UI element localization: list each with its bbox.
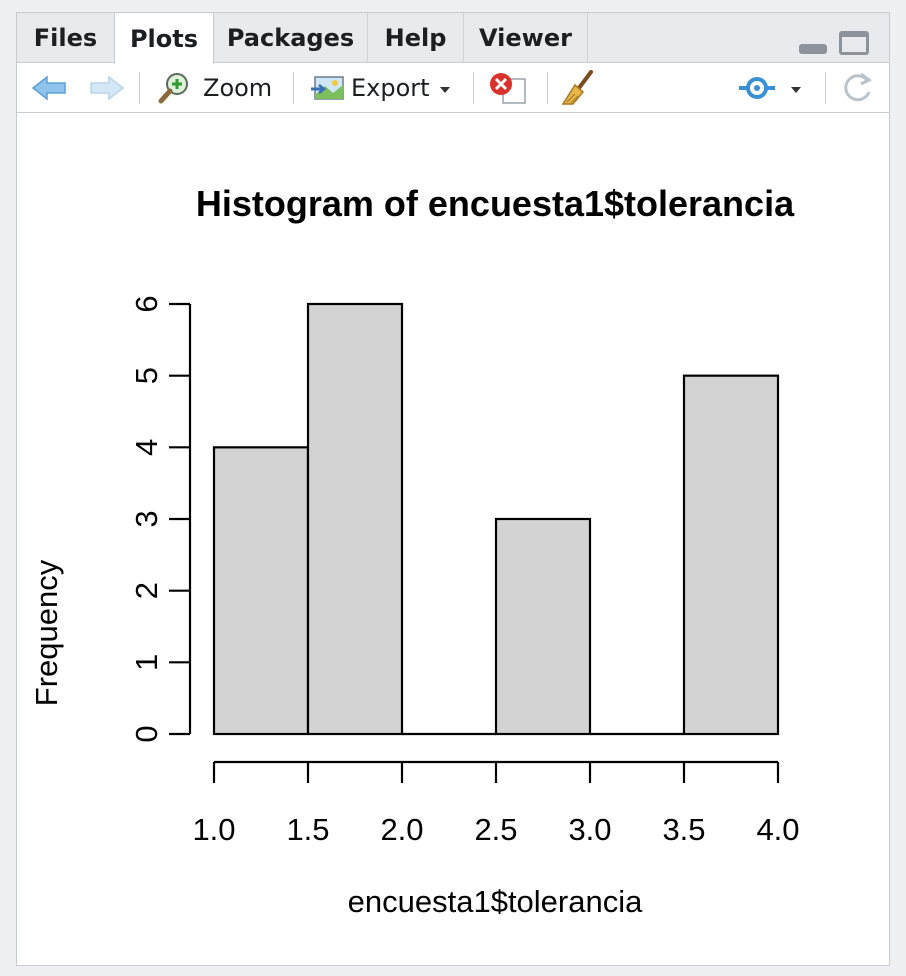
tab-plots[interactable]: Plots: [114, 13, 214, 64]
y-tick-label: 3: [129, 510, 164, 527]
x-tick-label: 2.0: [380, 812, 423, 847]
histogram-chart: Histogram of encuesta1$tolerancia 0 1 2 3 4 5…: [29, 183, 800, 919]
minimize-pane-button[interactable]: [799, 44, 827, 54]
histogram-bar: [306, 302, 404, 736]
toolbar-divider: [139, 72, 140, 104]
export-label: Export: [351, 74, 430, 102]
x-tick-label: 4.0: [756, 812, 799, 847]
histogram-bar: [494, 517, 592, 736]
y-tick-label: 2: [129, 582, 164, 599]
zoom-label: Zoom: [203, 74, 273, 102]
refresh-button[interactable]: [839, 69, 875, 107]
publish-icon: [739, 77, 775, 99]
zoom-button[interactable]: Zoom: [157, 69, 272, 107]
x-axis-label: encuesta1$tolerancia: [348, 884, 643, 919]
remove-plot-button[interactable]: [487, 69, 527, 107]
back-button[interactable]: [31, 69, 67, 107]
x-tick-label: 1.5: [286, 812, 329, 847]
x-tick-label: 1.0: [192, 812, 235, 847]
y-tick-label: 4: [129, 439, 164, 456]
broom-icon: [561, 70, 593, 105]
plots-toolbar: Zoom Export: [17, 63, 889, 113]
x-tick-label: 3.5: [662, 812, 705, 847]
tab-viewer[interactable]: Viewer: [464, 13, 588, 62]
plots-pane: Files Plots Packages Help Viewer Zoom Ex…: [16, 12, 890, 966]
export-button[interactable]: Export: [309, 69, 450, 107]
toolbar-divider: [547, 72, 548, 104]
arrow-right-icon: [90, 75, 125, 101]
publish-button[interactable]: [737, 69, 801, 107]
x-tick-label: 3.0: [568, 812, 611, 847]
toolbar-divider: [293, 72, 294, 104]
toolbar-divider: [825, 72, 826, 104]
toolbar-divider: [473, 72, 474, 104]
y-tick-label: 0: [129, 725, 164, 742]
y-tick-label: 6: [129, 295, 164, 312]
chart-title: Histogram of encuesta1$tolerancia: [196, 183, 795, 224]
y-tick-label: 1: [129, 654, 164, 671]
pane-tab-bar: Files Plots Packages Help Viewer: [17, 13, 889, 64]
arrow-left-icon: [31, 75, 66, 101]
clear-all-plots-button[interactable]: [561, 69, 597, 107]
remove-plot-icon: [490, 73, 526, 104]
chevron-down-icon: [791, 87, 801, 93]
zoom-icon: [158, 73, 188, 104]
refresh-icon: [844, 72, 872, 102]
tab-packages[interactable]: Packages: [214, 13, 368, 62]
forward-button[interactable]: [89, 69, 125, 107]
maximize-pane-button[interactable]: [839, 31, 869, 55]
histogram-bar: [212, 446, 310, 736]
plot-viewport: Histogram of encuesta1$tolerancia 0 1 2 3 4 5…: [17, 113, 889, 965]
export-image-icon: [311, 76, 344, 100]
y-axis-label: Frequency: [29, 559, 64, 706]
x-tick-label: 2.5: [474, 812, 517, 847]
y-tick-label: 5: [129, 367, 164, 384]
tab-help[interactable]: Help: [368, 13, 464, 62]
chevron-down-icon: [439, 87, 450, 93]
histogram-bar: [682, 374, 780, 736]
tab-files[interactable]: Files: [17, 13, 115, 62]
